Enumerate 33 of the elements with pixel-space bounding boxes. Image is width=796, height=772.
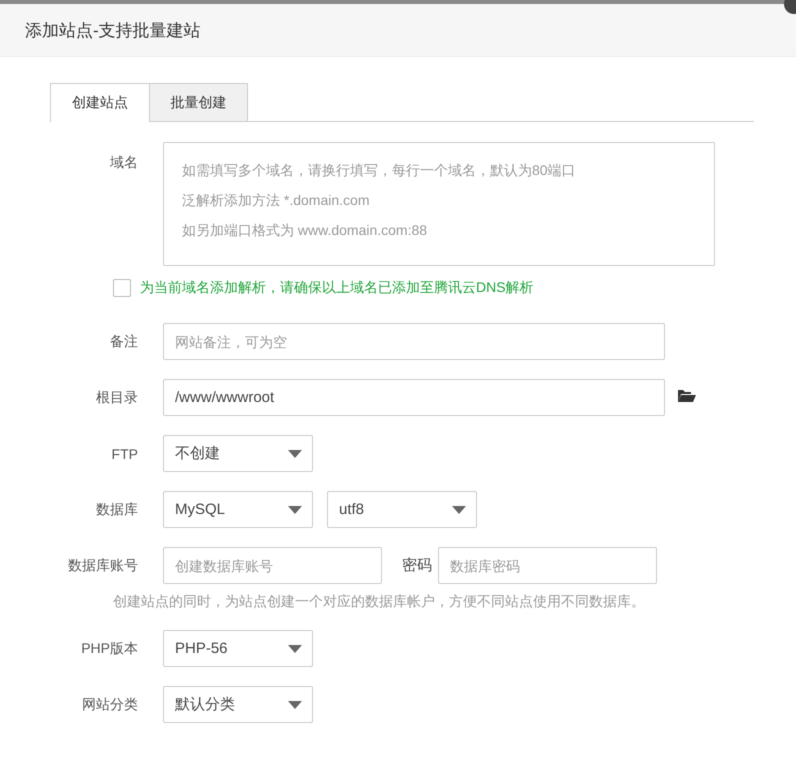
tab[interactable]: 批量创建 [150, 83, 248, 121]
hint-text: 创建站点的同时，为站点创建一个对应的数据库帐户，方便不同站点使用不同数据库。 [113, 593, 645, 611]
field-label: 网站分类 [81, 696, 138, 714]
select-field[interactable]: 默认分类 [163, 686, 313, 723]
password-field[interactable]: 数据库密码 [438, 547, 657, 584]
select-field[interactable]: 不创建 [163, 435, 313, 472]
field-label: FTP [110, 446, 138, 462]
dialog-title: 添加站点-支持批量建站 [25, 20, 201, 42]
path-field[interactable]: /www/wwwroot [163, 379, 665, 416]
field-label: 域名 [109, 154, 138, 172]
placeholder-text: 如需填写多个域名，请换行填写，每行一个域名，默认为80端口 [182, 161, 577, 180]
folder-icon[interactable] [677, 388, 696, 402]
caret-icon [452, 506, 466, 514]
checkbox-label: 为当前域名添加解析，请确保以上域名已添加至腾讯云DNS解析 [140, 279, 534, 297]
text-field[interactable]: 创建数据库账号 [163, 547, 382, 584]
select-field[interactable]: PHP-56 [163, 630, 313, 667]
tab[interactable]: 创建站点 [50, 83, 150, 122]
field-label: 根目录 [95, 388, 138, 406]
text-field[interactable]: 网站备注，可为空 [163, 323, 665, 360]
checkbox[interactable] [113, 279, 131, 297]
placeholder-text: 泛解析添加方法 *.domain.com [182, 191, 370, 210]
caret-icon [288, 644, 302, 652]
field-label: 数据库 [95, 500, 138, 518]
caret-icon [288, 700, 302, 708]
placeholder-text: 如另加端口格式为 www.domain.com:88 [182, 221, 428, 240]
caret-icon [288, 450, 302, 458]
select-field[interactable]: utf8 [327, 491, 477, 528]
caret-icon [288, 506, 302, 514]
field-label: 数据库账号 [67, 556, 138, 574]
field-label: 密码 [402, 556, 432, 575]
field-label: 备注 [109, 332, 138, 350]
select-field[interactable]: MySQL [163, 491, 313, 528]
field-label: PHP版本 [80, 640, 138, 658]
